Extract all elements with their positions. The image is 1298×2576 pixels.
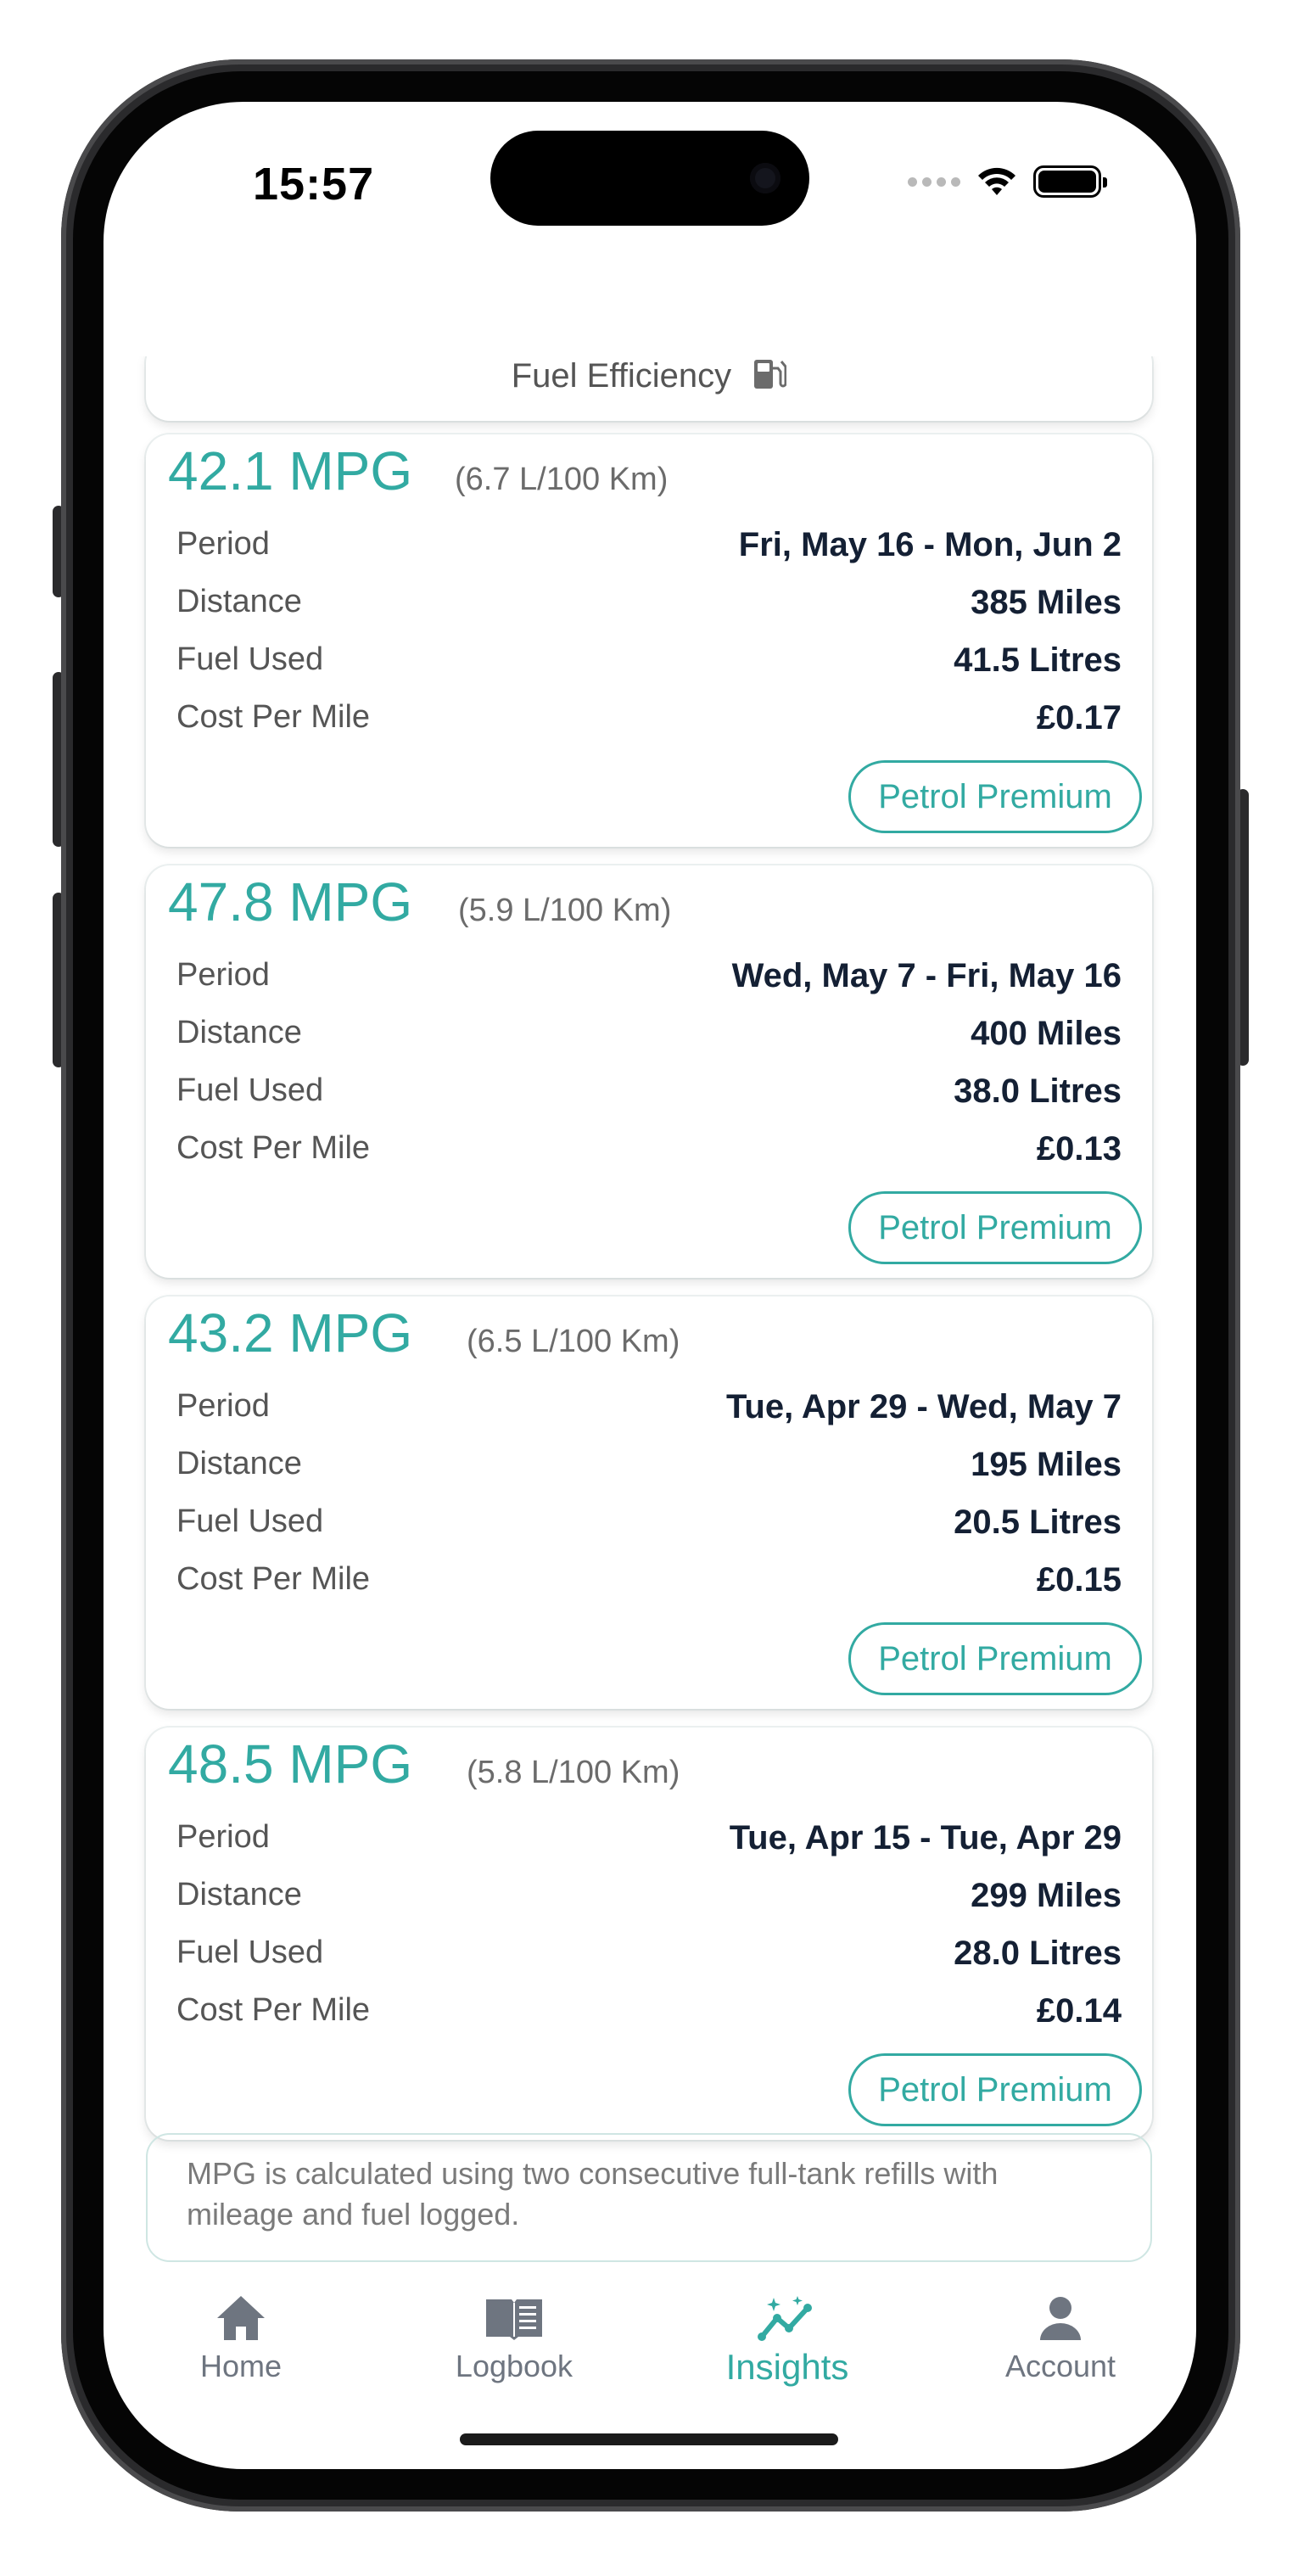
tab-label: Account [1004, 2349, 1116, 2383]
cost-per-mile-row: Cost Per Mile £0.14 [176, 1992, 1122, 2043]
fuel-type-badge[interactable]: Petrol Premium [848, 1622, 1142, 1695]
fuel-used-value: 28.0 Litres [954, 1935, 1122, 1972]
tab-account[interactable]: Account [959, 2282, 1162, 2384]
period-row: Period Tue, Apr 15 - Tue, Apr 29 [176, 1819, 1122, 1870]
tab-home[interactable]: Home [139, 2282, 343, 2384]
section-title: Fuel Efficiency [511, 357, 732, 395]
distance-row: Distance 299 Miles [176, 1877, 1122, 1928]
cost-per-mile-value: £0.15 [1036, 1561, 1122, 1599]
efficiency-card[interactable]: 48.5 MPG (5.8 L/100 Km) Period Tue, Apr 1… [146, 1728, 1152, 2140]
cost-per-mile-row: Cost Per Mile £0.13 [176, 1130, 1122, 1181]
mpg-value: 47.8 MPG [168, 871, 413, 932]
cost-per-mile-label: Cost Per Mile [176, 1992, 371, 2028]
period-row: Period Tue, Apr 29 - Wed, May 7 [176, 1388, 1122, 1439]
cost-per-mile-label: Cost Per Mile [176, 699, 371, 735]
fuel-used-row: Fuel Used 41.5 Litres [176, 641, 1122, 692]
home-indicator[interactable] [460, 2433, 838, 2445]
cost-per-mile-row: Cost Per Mile £0.15 [176, 1561, 1122, 1612]
fuel-efficiency-header: Fuel Efficiency [146, 356, 1152, 421]
efficiency-card[interactable]: 47.8 MPG (5.9 L/100 Km) Period Wed, May 7… [146, 865, 1152, 1278]
efficiency-card[interactable]: 43.2 MPG (6.5 L/100 Km) Period Tue, Apr 2… [146, 1296, 1152, 1709]
fuel-used-label: Fuel Used [176, 641, 324, 677]
home-icon [217, 2296, 265, 2340]
front-camera [750, 163, 780, 193]
distance-value: 195 Miles [971, 1446, 1122, 1483]
mpg-value: 48.5 MPG [168, 1733, 413, 1795]
cost-per-mile-label: Cost Per Mile [176, 1561, 371, 1597]
fuel-used-label: Fuel Used [176, 1072, 324, 1108]
cellular-signal-icon [908, 176, 960, 187]
fuel-type-badge[interactable]: Petrol Premium [848, 2053, 1142, 2126]
battery-icon [1033, 165, 1107, 198]
status-icons [908, 165, 1107, 199]
litres-per-100km: (5.9 L/100 Km) [458, 893, 672, 928]
period-label: Period [176, 957, 270, 993]
period-value: Wed, May 7 - Fri, May 16 [731, 957, 1122, 994]
tab-label: Home [199, 2349, 283, 2383]
fuel-used-row: Fuel Used 28.0 Litres [176, 1935, 1122, 1985]
distance-value: 385 Miles [971, 584, 1122, 621]
fuel-used-value: 20.5 Litres [954, 1504, 1122, 1541]
fuel-used-row: Fuel Used 20.5 Litres [176, 1504, 1122, 1554]
fuel-type-badge[interactable]: Petrol Premium [848, 1191, 1142, 1264]
status-time: 15:57 [253, 159, 375, 210]
fuel-pump-icon [754, 360, 787, 389]
distance-row: Distance 385 Miles [176, 584, 1122, 635]
bottom-tab-bar: Home Logbook Insights Account [104, 2282, 1196, 2410]
distance-label: Distance [176, 1877, 302, 1912]
cost-per-mile-row: Cost Per Mile £0.17 [176, 699, 1122, 750]
cost-per-mile-value: £0.13 [1036, 1130, 1122, 1168]
tab-insights[interactable]: Insights [685, 2282, 889, 2388]
efficiency-card[interactable]: 42.1 MPG (6.7 L/100 Km) Period Fri, May 1… [146, 434, 1152, 847]
wifi-icon [978, 167, 1015, 195]
distance-row: Distance 400 Miles [176, 1015, 1122, 1066]
distance-row: Distance 195 Miles [176, 1446, 1122, 1497]
distance-value: 299 Miles [971, 1877, 1122, 1914]
period-value: Fri, May 16 - Mon, Jun 2 [738, 526, 1122, 563]
litres-per-100km: (6.7 L/100 Km) [455, 462, 669, 497]
fuel-used-label: Fuel Used [176, 1504, 324, 1539]
cost-per-mile-label: Cost Per Mile [176, 1130, 371, 1166]
fuel-used-value: 41.5 Litres [954, 641, 1122, 679]
mpg-value: 42.1 MPG [168, 440, 413, 501]
cost-per-mile-value: £0.14 [1036, 1992, 1122, 2030]
litres-per-100km: (6.5 L/100 Km) [467, 1324, 680, 1359]
cost-per-mile-value: £0.17 [1036, 699, 1122, 736]
period-label: Period [176, 1819, 270, 1855]
period-row: Period Wed, May 7 - Fri, May 16 [176, 957, 1122, 1008]
account-icon [1040, 2297, 1081, 2340]
period-label: Period [176, 526, 270, 562]
tab-label: Insights [725, 2347, 849, 2387]
book-icon [486, 2299, 542, 2340]
fuel-used-row: Fuel Used 38.0 Litres [176, 1072, 1122, 1123]
period-value: Tue, Apr 29 - Wed, May 7 [725, 1388, 1122, 1425]
dynamic-island [490, 131, 809, 226]
insights-content[interactable]: Fuel Efficiency 42.1 MPG (6.7 L/100 Km) … [104, 356, 1196, 2282]
insights-icon [758, 2296, 812, 2341]
period-row: Period Fri, May 16 - Mon, Jun 2 [176, 526, 1122, 577]
app-screen: 15:57 Fuel Efficiency 42.1 MPG (6.7 L/10… [104, 102, 1196, 2469]
period-label: Period [176, 1388, 270, 1424]
fuel-type-badge[interactable]: Petrol Premium [848, 760, 1142, 833]
litres-per-100km: (5.8 L/100 Km) [467, 1755, 680, 1790]
tab-label: Logbook [455, 2349, 573, 2383]
period-value: Tue, Apr 15 - Tue, Apr 29 [729, 1819, 1122, 1856]
tab-logbook[interactable]: Logbook [412, 2282, 616, 2384]
distance-label: Distance [176, 584, 302, 619]
fuel-used-label: Fuel Used [176, 1935, 324, 1970]
mpg-footnote: MPG is calculated using two consecutive … [146, 2133, 1152, 2262]
distance-label: Distance [176, 1446, 302, 1481]
distance-label: Distance [176, 1015, 302, 1050]
distance-value: 400 Miles [971, 1015, 1122, 1052]
fuel-used-value: 38.0 Litres [954, 1072, 1122, 1110]
mpg-value: 43.2 MPG [168, 1302, 413, 1364]
